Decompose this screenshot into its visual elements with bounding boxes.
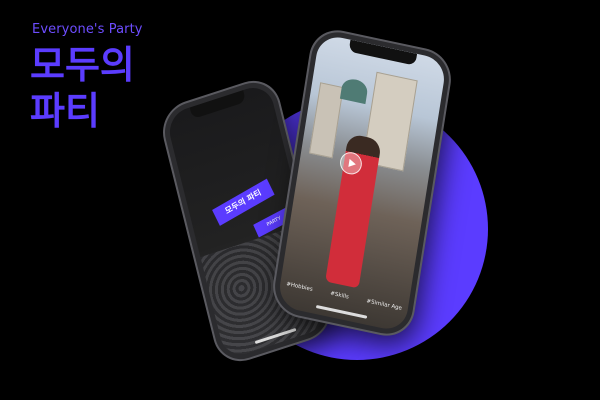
play-icon — [347, 158, 356, 169]
title-line-2: 파티 — [30, 89, 100, 133]
notch — [189, 90, 247, 120]
tag-similar-age[interactable]: #Similar Age — [366, 298, 402, 311]
page-title: 모두의 파티 — [30, 42, 135, 134]
subtitle: Everyone's Party — [32, 22, 143, 37]
tags-row: #Hobbies #Skills #Similar Age — [286, 281, 403, 311]
dome — [339, 76, 369, 105]
tag-skills[interactable]: #Skills — [330, 291, 349, 301]
title-line-1: 모두의 — [30, 43, 135, 87]
tag-hobbies[interactable]: #Hobbies — [286, 281, 313, 293]
notch — [348, 39, 417, 66]
home-indicator — [315, 304, 368, 319]
building-left — [308, 82, 344, 159]
